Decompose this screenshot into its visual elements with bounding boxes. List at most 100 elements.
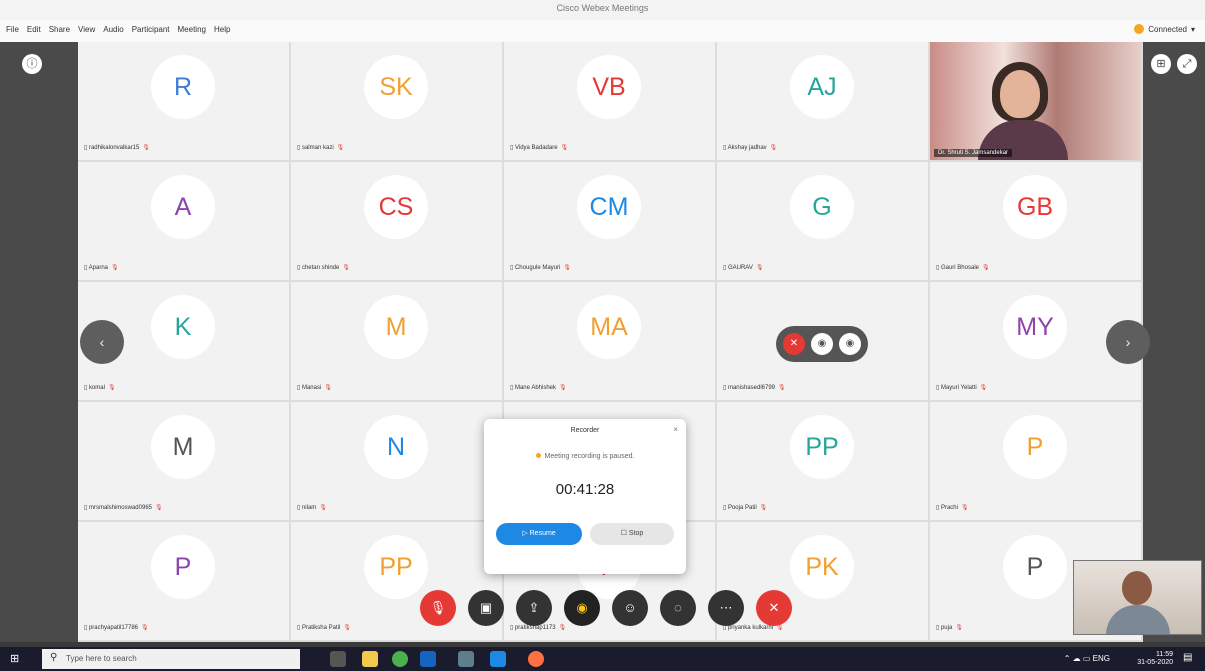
menu-bar: File Edit Share View Audio Participant Meeting… <box>0 20 1205 43</box>
participant-tile[interactable]: VB ▯ Vidya Badadare 🎙 <box>504 42 715 160</box>
stop-label: Stop <box>628 530 644 537</box>
left-panel: ⓘ <box>0 42 78 642</box>
clock[interactable]: 11:59 31-05-2020 <box>1137 651 1173 667</box>
participant-tile[interactable]: GB ▯ Gauri Bhosale 🎙 <box>930 162 1141 280</box>
share-button[interactable]: ⇪ <box>516 590 552 626</box>
avatar: CM <box>577 175 641 239</box>
menu-item-edit[interactable]: Edit <box>27 25 41 34</box>
participant-name-row: ▯ puja 🎙 <box>936 624 963 631</box>
avatar: G <box>790 175 854 239</box>
settings-icon[interactable] <box>458 651 474 667</box>
menu-item-file[interactable]: File <box>6 25 19 34</box>
participant-tile[interactable]: A ▯ Aparna 🎙 <box>78 162 289 280</box>
participant-tile[interactable]: G ▯ GAURAV 🎙 <box>717 162 928 280</box>
participant-name: Mayuri Yelatti <box>940 385 977 391</box>
participant-name: radhikalonvalkar15 <box>88 145 140 151</box>
avatar: SK <box>364 55 428 119</box>
participant-name: manishasedl6799 <box>727 385 776 391</box>
avatar: M <box>151 415 215 479</box>
participant-tile[interactable]: CM ▯ Chougule Mayuri 🎙 <box>504 162 715 280</box>
menu-item-meeting[interactable]: Meeting <box>178 25 206 34</box>
resume-button[interactable]: ▷ Resume <box>496 523 582 545</box>
participant-tile[interactable]: CS ▯ chetan shinde 🎙 <box>291 162 502 280</box>
participant-tile[interactable]: N ▯ nilam 🎙 <box>291 402 502 520</box>
menu-item-share[interactable]: Share <box>49 25 70 34</box>
stop-button[interactable]: ☐ Stop <box>590 523 674 545</box>
participant-name-row: ▯ Mane Abhishek 🎙 <box>510 384 567 391</box>
participant-tile[interactable]: AJ ▯ Akshay jadhav 🎙 <box>717 42 928 160</box>
participant-tile[interactable]: MA ▯ Mane Abhishek 🎙 <box>504 282 715 400</box>
more-options-button[interactable]: ⋯ <box>708 590 744 626</box>
record-button[interactable]: ◉ <box>564 590 600 626</box>
notification-icon[interactable]: ▤ <box>1183 652 1197 666</box>
participant-name: Aparna <box>88 265 108 271</box>
word-icon[interactable] <box>490 651 506 667</box>
video-button[interactable]: ▣ <box>468 590 504 626</box>
previous-page-arrow[interactable]: ‹ <box>80 320 124 364</box>
search-placeholder: Type here to search <box>66 654 137 663</box>
system-tray-icons: ⌃ ☁ ▭ ENG <box>1063 654 1110 663</box>
avatar: GB <box>1003 175 1067 239</box>
chrome-icon[interactable] <box>392 651 408 667</box>
pin-icon[interactable]: ◉ <box>811 333 833 355</box>
participant-tile[interactable]: M ▯ mrsmalshimoswad0965 🎙 <box>78 402 289 520</box>
mute-button[interactable]: 🎙 <box>420 590 456 626</box>
muted-mic-icon: 🎙 <box>755 265 764 271</box>
muted-mic-icon: 🎙 <box>982 265 990 271</box>
clock-date: 31-05-2020 <box>1137 659 1173 666</box>
participant-tile[interactable]: Dr. Shruti S. Jamsandekar <box>930 42 1141 160</box>
participant-tile[interactable]: SK ▯ salman kazi 🎙 <box>291 42 502 160</box>
close-icon[interactable]: × <box>673 425 678 434</box>
firefox-icon[interactable] <box>528 651 544 667</box>
language-indicator[interactable]: ENG <box>1093 654 1110 663</box>
muted-mic-icon: 🎙 <box>155 505 163 511</box>
participant-name: Pooja Patil <box>727 505 757 511</box>
info-icon[interactable]: ⓘ <box>22 54 42 74</box>
participant-tile[interactable]: R ▯ radhikalonvalkar15 🎙 <box>78 42 289 160</box>
participant-name: Mane Abhishek <box>514 385 556 391</box>
participant-name: salman kazi <box>301 145 334 151</box>
menu-item-audio[interactable]: Audio <box>103 25 123 34</box>
muted-mic-icon: 🎙 <box>960 505 969 511</box>
participant-tile[interactable]: P ▯ Prachi 🎙 <box>930 402 1141 520</box>
participant-name: Akshay jadhav <box>727 145 767 151</box>
participant-name-row: ▯ chetan shinde 🎙 <box>297 264 350 271</box>
next-page-arrow[interactable]: › <box>1106 320 1150 364</box>
muted-mic-icon: 🎙 <box>563 265 571 271</box>
participants-button[interactable]: ☺ <box>612 590 648 626</box>
connection-status[interactable]: Connected ▾ <box>1134 24 1195 34</box>
participant-tile[interactable]: PP ▯ Pooja Patil 🎙 <box>717 402 928 520</box>
participant-tile[interactable]: P ▯ prachyapatil17786 🎙 <box>78 522 289 640</box>
participant-tile[interactable]: M ▯ Manasi 🎙 <box>291 282 502 400</box>
layout-icon[interactable]: ⊞ <box>1151 54 1171 74</box>
menu-item-help[interactable]: Help <box>214 25 230 34</box>
paused-dot-icon <box>535 453 541 458</box>
task-view-icon[interactable] <box>330 651 346 667</box>
participant-name-row: ▯ Manasi 🎙 <box>297 384 332 391</box>
avatar: P <box>1003 415 1067 479</box>
menu-item-view[interactable]: View <box>78 25 95 34</box>
muted-mic-icon: 🎙 <box>111 265 119 271</box>
avatar: M <box>364 295 428 359</box>
avatar: PP <box>790 415 854 479</box>
windows-start-icon[interactable]: ⊞ <box>10 653 22 665</box>
recording-status: Meeting recording is paused. <box>484 453 686 460</box>
participant-name: Manasi <box>301 385 322 391</box>
muted-mic-icon: 🎙 <box>142 145 150 151</box>
mute-icon[interactable]: ✕ <box>783 333 805 355</box>
chat-button[interactable]: ◌ <box>660 590 696 626</box>
leave-meeting-button[interactable]: ✕ <box>756 590 792 626</box>
file-explorer-icon[interactable] <box>362 651 378 667</box>
fullscreen-icon[interactable]: ⤢ <box>1177 54 1197 74</box>
more-icon[interactable]: ◉ <box>839 333 861 355</box>
webex-icon[interactable] <box>420 651 436 667</box>
self-body-shape <box>1106 605 1170 634</box>
participant-name: Dr. Shruti S. Jamsandekar <box>934 149 1013 157</box>
participant-name: Gauri Bhosale <box>940 265 979 271</box>
taskbar-search-box[interactable]: ⚲ Type here to search <box>42 649 300 669</box>
participant-name-row: ▯ Aparna 🎙 <box>84 264 119 271</box>
menu-list: File Edit Share View Audio Participant Meeting… <box>6 25 238 34</box>
windows-taskbar: ⊞ ⚲ Type here to search ⌃ ☁ ▭ ENG 11:59 … <box>0 647 1205 671</box>
menu-item-participant[interactable]: Participant <box>132 25 170 34</box>
self-view-video[interactable] <box>1073 560 1202 635</box>
